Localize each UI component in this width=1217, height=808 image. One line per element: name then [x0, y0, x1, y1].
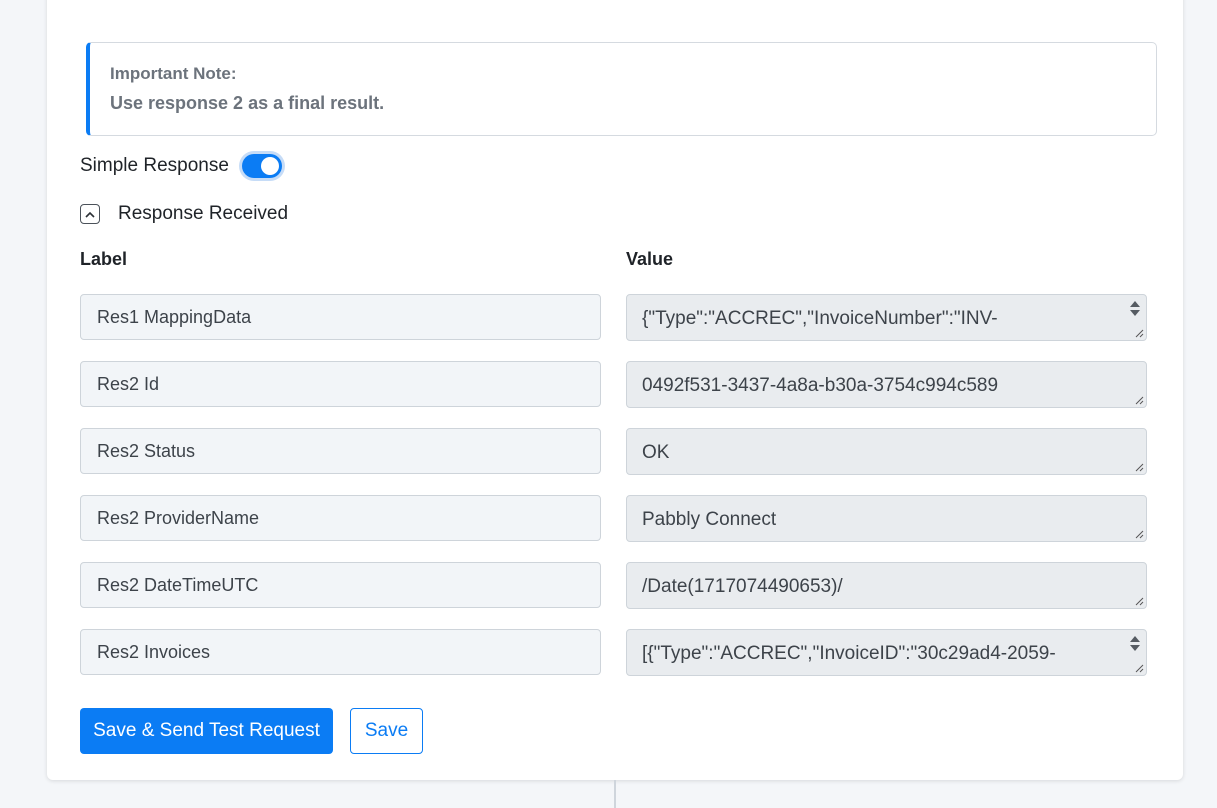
important-note: Important Note: Use response 2 as a fina…: [86, 42, 1157, 136]
response-value-text: OK: [642, 442, 670, 463]
response-value-field[interactable]: {"Type":"ACCREC","InvoiceNumber":"INV-: [626, 294, 1147, 341]
response-label-field[interactable]: Res2 ProviderName: [80, 495, 601, 541]
resize-handle-icon[interactable]: [1134, 663, 1144, 673]
save-and-send-test-request-button[interactable]: Save & Send Test Request: [80, 708, 333, 754]
response-value-field[interactable]: [{"Type":"ACCREC","InvoiceID":"30c29ad4-…: [626, 629, 1147, 676]
chevron-up-icon[interactable]: [80, 204, 100, 224]
response-value-text: Pabbly Connect: [642, 509, 777, 530]
response-label-field[interactable]: Res1 MappingData: [80, 294, 601, 340]
response-value-field[interactable]: 0492f531-3437-4a8a-b30a-3754c994c589: [626, 361, 1147, 408]
response-label-field[interactable]: Res2 DateTimeUTC: [80, 562, 601, 608]
note-title: Important Note:: [110, 64, 237, 83]
response-label-field[interactable]: Res2 Id: [80, 361, 601, 407]
resize-handle-icon[interactable]: [1134, 462, 1144, 472]
resize-handle-icon[interactable]: [1134, 395, 1144, 405]
response-value-field[interactable]: Pabbly Connect: [626, 495, 1147, 542]
response-value-text: 0492f531-3437-4a8a-b30a-3754c994c589: [642, 375, 999, 396]
simple-response-label: Simple Response: [80, 155, 229, 176]
response-label-field[interactable]: Res2 Invoices: [80, 629, 601, 675]
value-column-header: Value: [626, 249, 674, 269]
save-button[interactable]: Save: [350, 708, 423, 754]
response-received-header[interactable]: Response Received: [80, 201, 288, 227]
resize-handle-icon[interactable]: [1134, 529, 1144, 539]
toggle-knob: [260, 157, 279, 175]
response-value-text: [{"Type":"ACCREC","InvoiceID":"30c29ad4-…: [642, 643, 1056, 664]
simple-response-toggle[interactable]: [241, 154, 282, 178]
resize-handle-icon[interactable]: [1134, 328, 1144, 338]
response-value-field[interactable]: OK: [626, 428, 1147, 475]
simple-response-row: Simple Response: [80, 152, 282, 180]
label-column-header: Label: [80, 249, 128, 269]
flow-connector-line: [614, 780, 616, 808]
response-value-text: /Date(1717074490653)/: [642, 576, 843, 597]
response-value-text: {"Type":"ACCREC","InvoiceNumber":"INV-: [642, 308, 998, 329]
resize-handle-icon[interactable]: [1134, 596, 1144, 606]
response-label-field[interactable]: Res2 Status: [80, 428, 601, 474]
note-text: Use response 2 as a final result.: [110, 93, 385, 113]
response-received-label: Response Received: [118, 203, 289, 224]
response-value-field[interactable]: /Date(1717074490653)/: [626, 562, 1147, 609]
